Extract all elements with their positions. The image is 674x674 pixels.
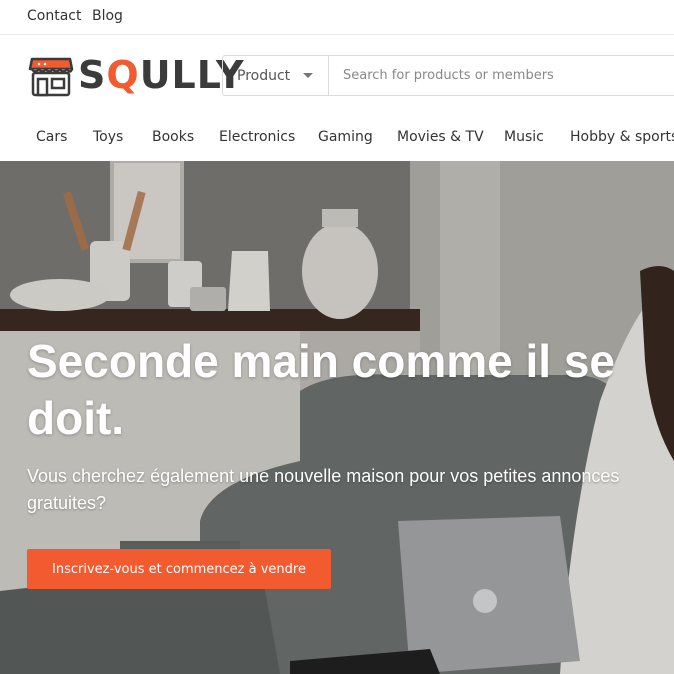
category-hobby-sports[interactable]: Hobby & sports — [570, 129, 674, 145]
search-input[interactable] — [329, 56, 674, 95]
hero-banner: Seconde main comme il se doit. Vous cher… — [0, 161, 674, 674]
hero-subtitle: Vous cherchez également une nouvelle mai… — [27, 466, 620, 513]
site-logo[interactable]: SQULLY — [28, 51, 244, 99]
blog-link[interactable]: Blog — [92, 8, 123, 24]
category-gaming[interactable]: Gaming — [318, 129, 373, 145]
category-toys[interactable]: Toys — [93, 129, 123, 145]
logo-wordmark: SQULLY — [78, 53, 245, 97]
category-electronics[interactable]: Electronics — [219, 129, 295, 145]
hero-title: Seconde main comme il se doit. — [27, 335, 616, 444]
chevron-down-icon — [303, 73, 313, 78]
logo-text-accent: Q — [106, 53, 140, 97]
logo-text-start: S — [78, 53, 107, 97]
top-utility-bar: Contact Blog — [0, 0, 674, 35]
category-nav: Cars Toys Books Electronics Gaming Movie… — [0, 115, 674, 161]
category-cars[interactable]: Cars — [36, 129, 67, 145]
storefront-icon — [28, 57, 74, 97]
search-scope-select[interactable]: Product — [223, 56, 329, 95]
contact-link[interactable]: Contact — [27, 8, 81, 24]
category-music[interactable]: Music — [504, 129, 544, 145]
signup-sell-button[interactable]: Inscrivez-vous et commencez à vendre — [27, 549, 331, 589]
search-scope-value: Product — [237, 67, 291, 84]
search-bar: Product — [222, 55, 674, 96]
site-header: SQULLY Product — [0, 35, 674, 115]
category-movies-tv[interactable]: Movies & TV — [397, 129, 484, 145]
category-books[interactable]: Books — [152, 129, 194, 145]
